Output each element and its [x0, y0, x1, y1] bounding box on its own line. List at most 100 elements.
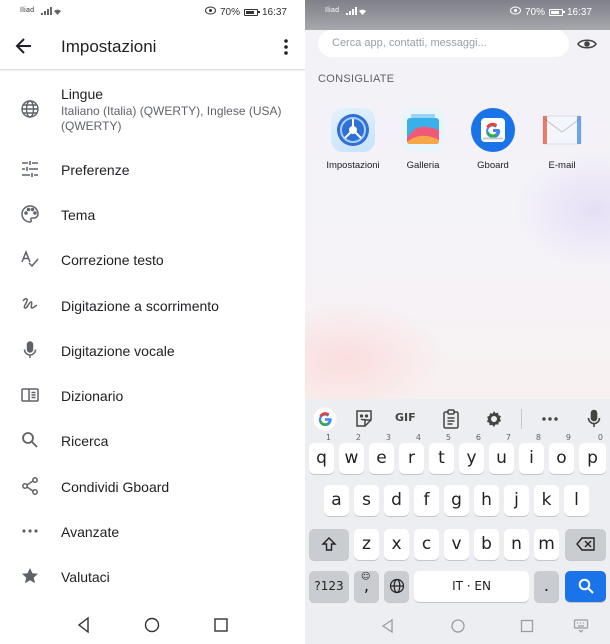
settings-item-condividi[interactable]: Condividi Gboard: [0, 467, 305, 505]
settings-item-label: Ricerca: [61, 433, 109, 449]
key-a[interactable]: a: [324, 485, 349, 516]
key-d[interactable]: d: [384, 485, 409, 516]
key-q[interactable]: q1: [309, 434, 334, 474]
key-f[interactable]: f: [414, 485, 439, 516]
key-l[interactable]: l: [564, 485, 589, 516]
overflow-menu-icon[interactable]: [276, 37, 296, 57]
nav-home-icon[interactable]: [143, 616, 161, 634]
gif-button[interactable]: GIF: [395, 411, 419, 433]
status-bar: Iliad 70% 16:37: [305, 0, 610, 24]
language-key[interactable]: [384, 571, 409, 602]
battery-percent: 70%: [524, 6, 545, 18]
clipboard-icon[interactable]: [440, 408, 462, 430]
settings-item-lingue[interactable]: Lingue Italiano (Italia) (QWERTY), Ingle…: [0, 80, 305, 140]
gboard-keyboard: GIF q1 w2 e3 r4 t5 y6 u7 i8 o9 p0 a s d …: [305, 399, 610, 606]
status-bar: Iliad 70% 16:37: [0, 0, 305, 24]
settings-item-dizionario[interactable]: Dizionario: [0, 376, 305, 414]
gesture-icon: [20, 295, 40, 315]
section-title: CONSIGLIATE: [318, 73, 395, 85]
app-name: E-mail: [548, 160, 576, 171]
app-suggestion-gboard[interactable]: Gboard: [458, 108, 528, 171]
key-k[interactable]: k: [534, 485, 559, 516]
signal-icon: [40, 6, 62, 19]
key-c[interactable]: c: [414, 529, 439, 560]
key-t[interactable]: t5: [429, 434, 454, 474]
app-bar: Impostazioni: [0, 24, 305, 70]
space-key[interactable]: IT · EN: [414, 571, 529, 602]
app-suggestion-impostazioni[interactable]: Impostazioni: [318, 108, 388, 171]
app-suggestion-email[interactable]: E-mail: [527, 108, 597, 171]
settings-item-avanzate[interactable]: Avanzate: [0, 512, 305, 550]
spellcheck-icon: [20, 249, 40, 269]
mic-icon: [20, 340, 40, 360]
more-icon[interactable]: [539, 408, 561, 430]
key-u[interactable]: u7: [489, 434, 514, 474]
android-navigation-bar: [305, 606, 610, 644]
settings-item-correzione-testo[interactable]: Correzione testo: [0, 240, 305, 278]
key-y[interactable]: y6: [459, 434, 484, 474]
carrier-label: Iliad: [325, 7, 340, 14]
keyboard-mic-icon[interactable]: [583, 408, 605, 430]
settings-item-digitazione-scorrimento[interactable]: Digitazione a scorrimento: [0, 286, 305, 324]
settings-item-label: Preferenze: [61, 162, 130, 178]
settings-item-valutaci[interactable]: Valutaci: [0, 557, 305, 595]
settings-item-label: Tema: [61, 207, 96, 223]
key-o[interactable]: o9: [549, 434, 574, 474]
email-app-icon: [540, 108, 584, 152]
settings-item-label: Correzione testo: [61, 252, 164, 268]
key-v[interactable]: v: [444, 529, 469, 560]
nav-recents-icon[interactable]: [519, 618, 535, 634]
nav-home-icon[interactable]: [450, 618, 466, 634]
globe-icon: [389, 578, 404, 594]
palette-icon: [20, 204, 40, 224]
back-arrow-icon[interactable]: [14, 36, 34, 56]
gallery-app-icon: [401, 108, 445, 152]
key-w[interactable]: w2: [339, 434, 364, 474]
more-horiz-icon: [20, 521, 40, 541]
key-s[interactable]: s: [354, 485, 379, 516]
search-input[interactable]: Cerca app, contatti, messaggi...: [318, 30, 569, 57]
signal-icon: [345, 6, 367, 19]
key-p[interactable]: p0: [579, 434, 606, 474]
key-e[interactable]: e3: [369, 434, 394, 474]
key-x[interactable]: x: [384, 529, 409, 560]
search-action-key[interactable]: [565, 571, 606, 602]
shift-key[interactable]: [309, 529, 349, 560]
app-suggestion-galleria[interactable]: Galleria: [388, 108, 458, 171]
key-m[interactable]: m: [534, 529, 559, 560]
key-b[interactable]: b: [474, 529, 499, 560]
settings-item-preferenze[interactable]: Preferenze: [0, 150, 305, 188]
clock: 16:37: [261, 6, 287, 18]
keyboard-hide-icon[interactable]: [573, 618, 589, 634]
settings-app-icon: [331, 108, 375, 152]
eye-comfort-icon: [509, 6, 521, 18]
nav-recents-icon[interactable]: [212, 616, 230, 634]
shift-icon: [321, 537, 337, 551]
key-r[interactable]: r4: [399, 434, 424, 474]
eye-icon[interactable]: [577, 34, 597, 54]
backspace-icon: [575, 537, 595, 551]
key-g[interactable]: g: [444, 485, 469, 516]
nav-back-icon[interactable]: [380, 618, 396, 634]
comma-key[interactable]: ☺ ,: [354, 571, 379, 602]
settings-item-tema[interactable]: Tema: [0, 195, 305, 233]
numbers-key[interactable]: ?123: [309, 571, 349, 602]
settings-item-label: Valutaci: [61, 569, 110, 585]
settings-item-ricerca[interactable]: Ricerca: [0, 421, 305, 459]
key-n[interactable]: n: [504, 529, 529, 560]
key-j[interactable]: j: [504, 485, 529, 516]
key-i[interactable]: i8: [519, 434, 544, 474]
settings-item-label: Condividi Gboard: [61, 479, 170, 495]
key-z[interactable]: z: [354, 529, 379, 560]
period-key[interactable]: .: [534, 571, 559, 602]
nav-back-icon[interactable]: [75, 616, 93, 634]
key-h[interactable]: h: [474, 485, 499, 516]
backspace-key[interactable]: [565, 529, 606, 560]
gear-icon[interactable]: [483, 408, 505, 430]
battery-icon: [548, 8, 565, 16]
sticker-icon[interactable]: [353, 408, 375, 430]
search-icon: [20, 430, 40, 450]
settings-item-digitazione-vocale[interactable]: Digitazione vocale: [0, 331, 305, 369]
clock: 16:37: [566, 6, 592, 18]
google-icon[interactable]: [313, 407, 337, 431]
